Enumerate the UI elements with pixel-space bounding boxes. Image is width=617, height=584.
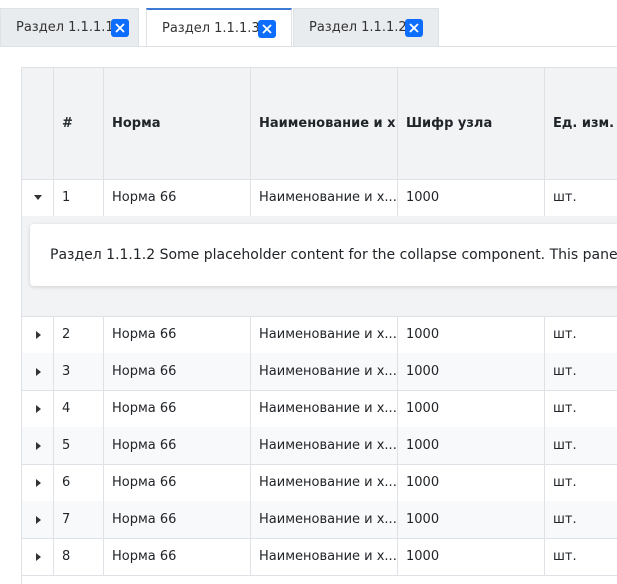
table-row[interactable]: 7 Норма 66 Наименование и х... 1000 шт. xyxy=(22,501,617,539)
caret-right-icon xyxy=(36,478,41,487)
close-icon[interactable] xyxy=(405,19,423,37)
cell-norm: Норма 66 xyxy=(104,353,251,390)
cell-norm: Норма 66 xyxy=(104,427,251,464)
caret-right-icon xyxy=(36,330,41,339)
cell-number: 6 xyxy=(54,464,104,501)
table-row[interactable]: 3 Норма 66 Наименование и х... 1000 шт. xyxy=(22,353,617,391)
cell-node-code: 1000 xyxy=(398,390,545,427)
tab-section-1-1-1-2[interactable]: Раздел 1.1.1.2 xyxy=(293,8,439,46)
expand-toggle[interactable] xyxy=(22,501,54,538)
cell-number: 2 xyxy=(54,316,104,353)
expand-toggle[interactable] xyxy=(22,316,54,353)
cell-norm: Норма 66 xyxy=(104,464,251,501)
table-row[interactable]: 2 Норма 66 Наименование и х... 1000 шт. xyxy=(22,316,617,354)
cell-norm: Норма 66 xyxy=(104,316,251,353)
cell-name: Наименование и х... xyxy=(251,538,398,575)
expanded-row-panel: Раздел 1.1.1.2 Some placeholder content … xyxy=(22,216,617,317)
header-unit[interactable]: Ед. изм. xyxy=(545,68,617,179)
cell-number: 5 xyxy=(54,427,104,464)
table-row[interactable]: 1 Норма 66 Наименование и х... 1000 шт. xyxy=(22,179,617,217)
cell-node-code: 1000 xyxy=(398,501,545,538)
tab-panel: # Норма Наименование и х... Шифр узла Ед… xyxy=(0,47,617,584)
cell-norm: Норма 66 xyxy=(104,179,251,216)
caret-right-icon xyxy=(36,367,41,376)
cell-unit: шт. xyxy=(553,512,577,527)
header-name[interactable]: Наименование и х... xyxy=(251,68,398,179)
header-node-code[interactable]: Шифр узла xyxy=(398,68,545,179)
cell-unit: шт. xyxy=(553,475,577,490)
tab-label: Раздел 1.1.1.3 xyxy=(162,21,260,36)
tab-label: Раздел 1.1.1.2 xyxy=(309,20,407,35)
cell-number: 8 xyxy=(54,538,104,575)
collapse-text: Раздел 1.1.1.2 Some placeholder content … xyxy=(50,247,617,263)
expand-toggle[interactable] xyxy=(22,390,54,427)
cell-node-code: 1000 xyxy=(398,538,545,575)
cell-node-code: 1000 xyxy=(398,179,545,216)
table-row[interactable]: 5 Норма 66 Наименование и х... 1000 шт. xyxy=(22,427,617,465)
cell-unit: шт. xyxy=(553,190,577,205)
cell-name: Наименование и х... xyxy=(251,353,398,390)
cell-name: Наименование и х... xyxy=(251,316,398,353)
cell-unit: шт. xyxy=(553,364,577,379)
cell-unit: шт. xyxy=(553,438,577,453)
expand-toggle[interactable] xyxy=(22,538,54,575)
cell-name: Наименование и х... xyxy=(251,179,398,216)
cell-norm: Норма 66 xyxy=(104,501,251,538)
cell-norm: Норма 66 xyxy=(104,390,251,427)
close-icon[interactable] xyxy=(111,19,129,37)
caret-right-icon xyxy=(36,515,41,524)
cell-number: 4 xyxy=(54,390,104,427)
cell-unit: шт. xyxy=(553,327,577,342)
close-icon[interactable] xyxy=(258,20,276,38)
cell-unit: шт. xyxy=(553,549,577,564)
tab-label: Раздел 1.1.1.1 xyxy=(16,20,114,35)
cell-number: 3 xyxy=(54,353,104,390)
cell-name: Наименование и х... xyxy=(251,390,398,427)
table-row[interactable]: 4 Норма 66 Наименование и х... 1000 шт. xyxy=(22,390,617,428)
data-table: # Норма Наименование и х... Шифр узла Ед… xyxy=(21,67,617,584)
cell-name: Наименование и х... xyxy=(251,464,398,501)
cell-norm: Норма 66 xyxy=(104,538,251,575)
cell-node-code: 1000 xyxy=(398,316,545,353)
cell-node-code: 1000 xyxy=(398,353,545,390)
expand-toggle[interactable] xyxy=(22,464,54,501)
collapse-content: Раздел 1.1.1.2 Some placeholder content … xyxy=(30,224,617,286)
caret-right-icon xyxy=(36,552,41,561)
caret-down-icon xyxy=(34,195,42,200)
cell-name: Наименование и х... xyxy=(251,501,398,538)
tab-section-1-1-1-1[interactable]: Раздел 1.1.1.1 xyxy=(0,8,139,46)
tab-bar: Раздел 1.1.1.1 Раздел 1.1.1.3 Раздел 1.1… xyxy=(0,0,617,47)
expand-toggle[interactable] xyxy=(22,179,54,216)
table-row[interactable]: 8 Норма 66 Наименование и х... 1000 шт. xyxy=(22,538,617,576)
expand-toggle[interactable] xyxy=(22,427,54,464)
cell-number: 7 xyxy=(54,501,104,538)
cell-node-code: 1000 xyxy=(398,427,545,464)
expand-toggle[interactable] xyxy=(22,353,54,390)
header-number[interactable]: # xyxy=(54,68,104,179)
cell-name: Наименование и х... xyxy=(251,427,398,464)
tab-section-1-1-1-3[interactable]: Раздел 1.1.1.3 xyxy=(146,8,292,47)
cell-node-code: 1000 xyxy=(398,464,545,501)
header-norm[interactable]: Норма xyxy=(104,68,251,179)
table-row[interactable]: 6 Норма 66 Наименование и х... 1000 шт. xyxy=(22,464,617,502)
caret-right-icon xyxy=(36,441,41,450)
caret-right-icon xyxy=(36,404,41,413)
cell-number: 1 xyxy=(54,179,104,216)
header-expand xyxy=(22,68,54,179)
cell-unit: шт. xyxy=(553,401,577,416)
table-header: # Норма Наименование и х... Шифр узла Ед… xyxy=(22,68,617,180)
